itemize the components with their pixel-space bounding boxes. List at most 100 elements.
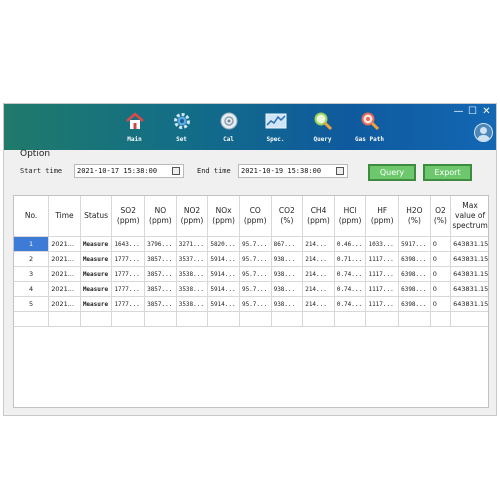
table-cell[interactable]: 3538... xyxy=(176,266,209,282)
table-cell[interactable]: 5917... xyxy=(398,236,431,252)
start-time-picker[interactable]: 2021-10-17 15:38:00 xyxy=(74,164,184,178)
table-cell[interactable]: 214... xyxy=(302,251,335,267)
column-header[interactable]: Time xyxy=(48,196,81,237)
column-header[interactable]: HF (ppm) xyxy=(365,196,400,237)
maximize-button[interactable]: ☐ xyxy=(467,105,478,119)
table-row[interactable]: 1 2021... Measure 1643... 3796... 3271... 5820… xyxy=(14,236,488,252)
column-header[interactable]: SO2 (ppm) xyxy=(111,196,146,237)
table-cell[interactable]: 6398... xyxy=(398,251,431,267)
table-cell[interactable]: 3857... xyxy=(144,281,177,297)
table-cell[interactable]: 643831.15 xyxy=(450,266,488,282)
table-cell[interactable]: 1777... xyxy=(111,266,146,282)
table-cell[interactable]: 0 xyxy=(430,296,452,312)
results-table-container[interactable]: No. Time Status SO2 (ppm) NO (ppm) NO2 (ppm) N… xyxy=(13,195,489,408)
column-header[interactable]: CO2 (%) xyxy=(271,196,304,237)
table-cell[interactable]: 5914... xyxy=(207,296,240,312)
table-cell[interactable]: 2021... xyxy=(48,236,81,252)
table-cell[interactable]: 5914... xyxy=(207,266,240,282)
minimize-button[interactable]: — xyxy=(453,105,464,119)
table-row[interactable]: 4 2021... Measure 1777... 3857... 3538... 5914… xyxy=(14,281,488,297)
table-cell[interactable]: Measure xyxy=(80,266,113,282)
table-cell[interactable]: 0 xyxy=(430,251,452,267)
table-cell[interactable]: 867... xyxy=(271,236,304,252)
table-cell[interactable]: 1117... xyxy=(365,281,400,297)
table-cell[interactable]: 2021... xyxy=(48,251,81,267)
table-cell[interactable]: 2021... xyxy=(48,296,81,312)
export-button[interactable]: Export xyxy=(423,164,472,181)
table-cell[interactable]: 0 xyxy=(430,281,452,297)
table-cell[interactable]: 95.7... xyxy=(239,251,272,267)
table-cell[interactable]: 6398... xyxy=(398,296,431,312)
table-cell[interactable]: 4 xyxy=(14,281,50,297)
table-cell[interactable]: 3 xyxy=(14,266,50,282)
table-row[interactable]: 5 2021... Measure 1777... 3857... 3538... 5914… xyxy=(14,296,488,312)
table-cell[interactable]: 1117... xyxy=(365,266,400,282)
nav-spec[interactable]: Spec. xyxy=(252,108,299,148)
table-cell[interactable]: 3857... xyxy=(144,296,177,312)
table-cell[interactable]: 1117... xyxy=(365,296,400,312)
end-time-picker[interactable]: 2021-10-19 15:38:00 xyxy=(238,164,348,178)
column-header[interactable]: NO (ppm) xyxy=(144,196,177,237)
table-cell[interactable]: 3537... xyxy=(176,251,209,267)
table-cell[interactable]: 95.7... xyxy=(239,296,272,312)
table-cell[interactable]: Measure xyxy=(80,251,113,267)
table-cell[interactable]: 938... xyxy=(271,296,304,312)
user-avatar-icon[interactable] xyxy=(474,123,493,142)
table-cell[interactable]: 643831.15 xyxy=(450,251,488,267)
table-cell[interactable]: 0 xyxy=(430,266,452,282)
calendar-icon[interactable] xyxy=(172,167,180,175)
table-cell[interactable]: 0.71... xyxy=(334,251,367,267)
calendar-icon[interactable] xyxy=(336,167,344,175)
table-cell[interactable]: 214... xyxy=(302,266,335,282)
column-header[interactable]: CO (ppm) xyxy=(239,196,272,237)
table-cell[interactable]: 214... xyxy=(302,236,335,252)
table-cell[interactable]: 3857... xyxy=(144,266,177,282)
table-cell[interactable]: 214... xyxy=(302,296,335,312)
table-cell[interactable]: Measure xyxy=(80,281,113,297)
column-header[interactable]: O2 (%) xyxy=(430,196,452,237)
table-cell[interactable]: 0.74... xyxy=(334,281,367,297)
table-row[interactable]: 2 2021... Measure 1777... 3857... 3537... 5914… xyxy=(14,251,488,267)
table-cell[interactable]: 1643... xyxy=(111,236,146,252)
table-cell[interactable]: 3796... xyxy=(144,236,177,252)
table-cell[interactable]: 6398... xyxy=(398,266,431,282)
column-header[interactable]: Max value of spectrum xyxy=(450,196,488,237)
table-cell[interactable]: 5914... xyxy=(207,281,240,297)
table-cell[interactable]: Measure xyxy=(80,236,113,252)
close-button[interactable]: ✕ xyxy=(481,105,492,119)
column-header[interactable]: NO2 (ppm) xyxy=(176,196,209,237)
table-cell[interactable]: 938... xyxy=(271,266,304,282)
table-cell[interactable]: 1777... xyxy=(111,296,146,312)
table-cell[interactable]: 938... xyxy=(271,281,304,297)
column-header[interactable]: HCl (ppm) xyxy=(334,196,367,237)
table-cell[interactable]: 95.7... xyxy=(239,281,272,297)
nav-set[interactable]: Set xyxy=(158,108,205,148)
table-cell[interactable]: 3271... xyxy=(176,236,209,252)
table-row[interactable]: 3 2021... Measure 1777... 3857... 3538... 5914… xyxy=(14,266,488,282)
table-cell[interactable]: 3857... xyxy=(144,251,177,267)
table-cell[interactable]: 214... xyxy=(302,281,335,297)
column-header[interactable]: CH4 (ppm) xyxy=(302,196,335,237)
nav-gas-path[interactable]: Gas Path xyxy=(346,108,393,148)
table-cell[interactable]: 6398... xyxy=(398,281,431,297)
nav-cal[interactable]: Cal xyxy=(205,108,252,148)
table-cell[interactable]: 1777... xyxy=(111,281,146,297)
column-header[interactable]: NOx (ppm) xyxy=(207,196,240,237)
table-cell[interactable]: 643831.15 xyxy=(450,236,488,252)
table-cell[interactable]: 0.74... xyxy=(334,266,367,282)
table-cell[interactable]: 1777... xyxy=(111,251,146,267)
table-cell[interactable]: 0 xyxy=(430,236,452,252)
column-header[interactable]: H2O (%) xyxy=(398,196,431,237)
table-cell[interactable]: 5820... xyxy=(207,236,240,252)
table-cell[interactable]: 0.46... xyxy=(334,236,367,252)
table-cell[interactable]: 95.7... xyxy=(239,236,272,252)
column-header[interactable]: No. xyxy=(14,196,50,237)
table-cell[interactable]: 3538... xyxy=(176,281,209,297)
table-cell[interactable]: 5914... xyxy=(207,251,240,267)
table-cell[interactable]: Measure xyxy=(80,296,113,312)
nav-query[interactable]: Query xyxy=(299,108,346,148)
column-header[interactable]: Status xyxy=(80,196,113,237)
table-cell[interactable]: 2 xyxy=(14,251,50,267)
table-cell[interactable]: 643831.15 xyxy=(450,296,488,312)
table-cell[interactable]: 1117... xyxy=(365,251,400,267)
